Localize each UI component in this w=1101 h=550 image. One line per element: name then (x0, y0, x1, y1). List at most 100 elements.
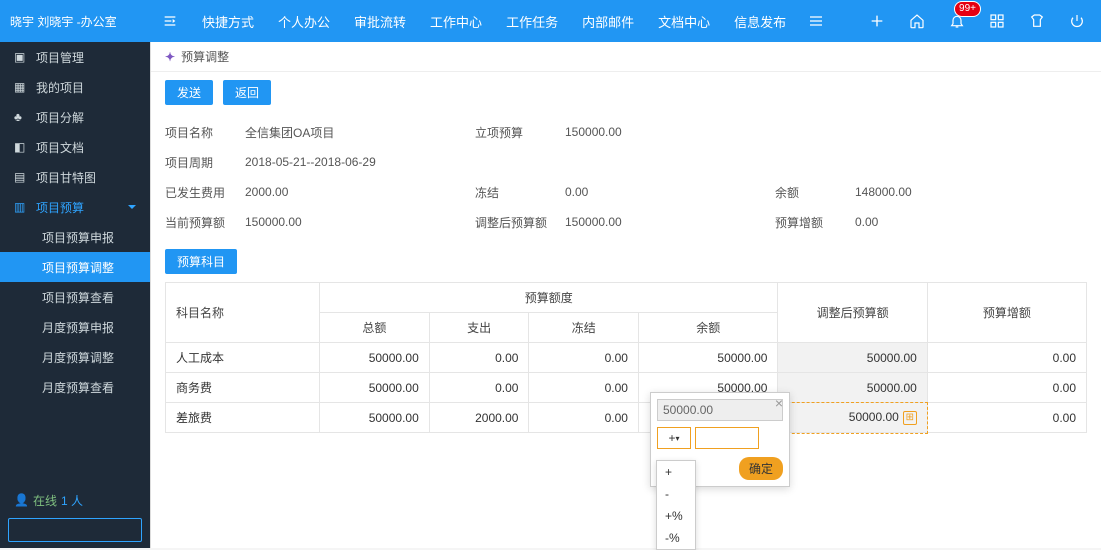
power-button[interactable] (1063, 7, 1091, 35)
cell-subject: 商务费 (166, 373, 320, 403)
sidebar-sub-view[interactable]: 项目预算查看 (0, 282, 150, 312)
sidebar-item-budget[interactable]: ▥项目预算 (0, 192, 150, 222)
plus-icon (869, 13, 885, 29)
value-spent: 2000.00 (245, 185, 475, 199)
label-budget: 立项预算 (475, 124, 565, 141)
notifications[interactable]: 99+ (943, 7, 971, 35)
main-content: ✦ 预算调整 发送 返回 项目名称 全信集团OA项目 立项预算 150000.0… (150, 42, 1101, 548)
sidebar-item-my-projects[interactable]: ▦我的项目 (0, 72, 150, 102)
nav-approval[interactable]: 审批流转 (342, 0, 418, 42)
operator-dropdown: + - +% -% (656, 460, 696, 550)
info-panel: 项目名称 全信集团OA项目 立项预算 150000.00 项目周期 2018-0… (151, 113, 1101, 245)
confirm-button[interactable]: 确定 (739, 457, 783, 480)
back-button[interactable]: 返回 (223, 80, 271, 105)
table-row: 人工成本 50000.00 0.00 0.00 50000.00 50000.0… (166, 343, 1087, 373)
menu-icon (162, 13, 178, 29)
top-nav: 快捷方式 个人办公 审批流转 工作中心 工作任务 内部邮件 文档中心 信息发布 (190, 0, 834, 42)
popup-input-row: + ▾ (657, 427, 783, 449)
popup-current-value (657, 399, 783, 421)
online-label: 在线 (33, 492, 57, 509)
cell-balance: 50000.00 (638, 343, 777, 373)
cell-total: 50000.00 (320, 343, 430, 373)
cell-delta: 0.00 (927, 343, 1086, 373)
sidebar-item-gantt[interactable]: ▤项目甘特图 (0, 162, 150, 192)
cell-subject: 差旅费 (166, 403, 320, 433)
table-row: 商务费 50000.00 0.00 0.00 50000.00 50000.00… (166, 373, 1087, 403)
cell-total: 50000.00 (320, 373, 430, 403)
th-balance: 余额 (638, 313, 777, 343)
info-row-3: 已发生费用 2000.00 冻结 0.00 余额 148000.00 (165, 177, 1087, 207)
cell-adjusted[interactable]: 50000.00 (778, 343, 927, 373)
folder-icon: ▣ (14, 50, 28, 64)
apps-icon (989, 13, 1005, 29)
user-icon: 👤 (14, 493, 29, 507)
sidebar-sub-month-view[interactable]: 月度预算查看 (0, 372, 150, 402)
calculator-icon[interactable]: ⊞ (903, 411, 917, 425)
layout: ▣项目管理 ▦我的项目 ♣项目分解 ◧项目文档 ▤项目甘特图 ▥项目预算 项目预… (0, 42, 1101, 548)
op-option-minus-pct[interactable]: -% (657, 527, 695, 549)
home-button[interactable] (903, 7, 931, 35)
operator-select[interactable]: + ▾ (657, 427, 691, 449)
more-icon (808, 13, 824, 29)
info-row-4: 当前预算额 150000.00 调整后预算额 150000.00 预算增额 0.… (165, 207, 1087, 237)
breadcrumb-icon: ✦ (165, 50, 175, 64)
cell-adjusted-active[interactable]: 50000.00⊞ (778, 403, 927, 433)
sidebar: ▣项目管理 ▦我的项目 ♣项目分解 ◧项目文档 ▤项目甘特图 ▥项目预算 项目预… (0, 42, 150, 548)
op-option-minus[interactable]: - (657, 483, 695, 505)
sidebar-sub-adjust[interactable]: 项目预算调整 (0, 252, 150, 282)
sidebar-toggle[interactable] (150, 13, 190, 29)
send-button[interactable]: 发送 (165, 80, 213, 105)
budget-subject-button[interactable]: 预算科目 (165, 249, 237, 274)
search-input[interactable] (15, 523, 170, 537)
notification-badge: 99+ (954, 1, 981, 17)
value-frozen: 0.00 (565, 185, 775, 199)
th-adjusted: 调整后预算额 (778, 283, 927, 343)
value-project-name: 全信集团OA项目 (245, 124, 475, 141)
value-balance: 148000.00 (855, 185, 1005, 199)
page-title: 预算调整 (181, 48, 229, 65)
nav-more[interactable] (798, 0, 834, 42)
grid-icon: ▦ (14, 80, 28, 94)
sidebar-sub-apply[interactable]: 项目预算申报 (0, 222, 150, 252)
nav-docs[interactable]: 文档中心 (646, 0, 722, 42)
cell-spend: 2000.00 (429, 403, 529, 433)
online-status[interactable]: 👤 在线 1 人 (0, 488, 150, 512)
top-icon-bar: 99+ (863, 7, 1101, 35)
sidebar-item-docs[interactable]: ◧项目文档 (0, 132, 150, 162)
sidebar-search[interactable] (8, 518, 142, 542)
popup-close[interactable]: × (775, 395, 783, 411)
cell-total: 50000.00 (320, 403, 430, 433)
cell-delta: 0.00 (927, 403, 1086, 433)
th-total: 总额 (320, 313, 430, 343)
gantt-icon: ▤ (14, 170, 28, 184)
apps-button[interactable] (983, 7, 1011, 35)
cell-adjusted[interactable]: 50000.00 (778, 373, 927, 403)
op-option-plus-pct[interactable]: +% (657, 505, 695, 527)
info-row-1: 项目名称 全信集团OA项目 立项预算 150000.00 (165, 117, 1087, 147)
nav-quick[interactable]: 快捷方式 (190, 0, 266, 42)
amount-input[interactable] (695, 427, 759, 449)
nav-mail[interactable]: 内部邮件 (570, 0, 646, 42)
nav-info[interactable]: 信息发布 (722, 0, 798, 42)
sidebar-item-project-mgmt[interactable]: ▣项目管理 (0, 42, 150, 72)
value-adjusted-budget: 150000.00 (565, 215, 775, 229)
user-info[interactable]: 晓宇 刘晓宇 -办公室 (0, 0, 150, 42)
power-icon (1069, 13, 1085, 29)
cell-freeze: 0.00 (529, 343, 639, 373)
theme-button[interactable] (1023, 7, 1051, 35)
sidebar-sub-month-apply[interactable]: 月度预算申报 (0, 312, 150, 342)
nav-tasks[interactable]: 工作任务 (494, 0, 570, 42)
nav-personal[interactable]: 个人办公 (266, 0, 342, 42)
value-current-budget: 150000.00 (245, 215, 475, 229)
info-row-2: 项目周期 2018-05-21--2018-06-29 (165, 147, 1087, 177)
breadcrumb: ✦ 预算调整 (151, 42, 1101, 72)
sidebar-sub-month-adjust[interactable]: 月度预算调整 (0, 342, 150, 372)
add-button[interactable] (863, 7, 891, 35)
op-option-plus[interactable]: + (657, 461, 695, 483)
nav-workcenter[interactable]: 工作中心 (418, 0, 494, 42)
th-freeze: 冻结 (529, 313, 639, 343)
cell-freeze: 0.00 (529, 403, 639, 433)
cell-delta: 0.00 (927, 373, 1086, 403)
top-header: 晓宇 刘晓宇 -办公室 快捷方式 个人办公 审批流转 工作中心 工作任务 内部邮… (0, 0, 1101, 42)
sidebar-item-breakdown[interactable]: ♣项目分解 (0, 102, 150, 132)
